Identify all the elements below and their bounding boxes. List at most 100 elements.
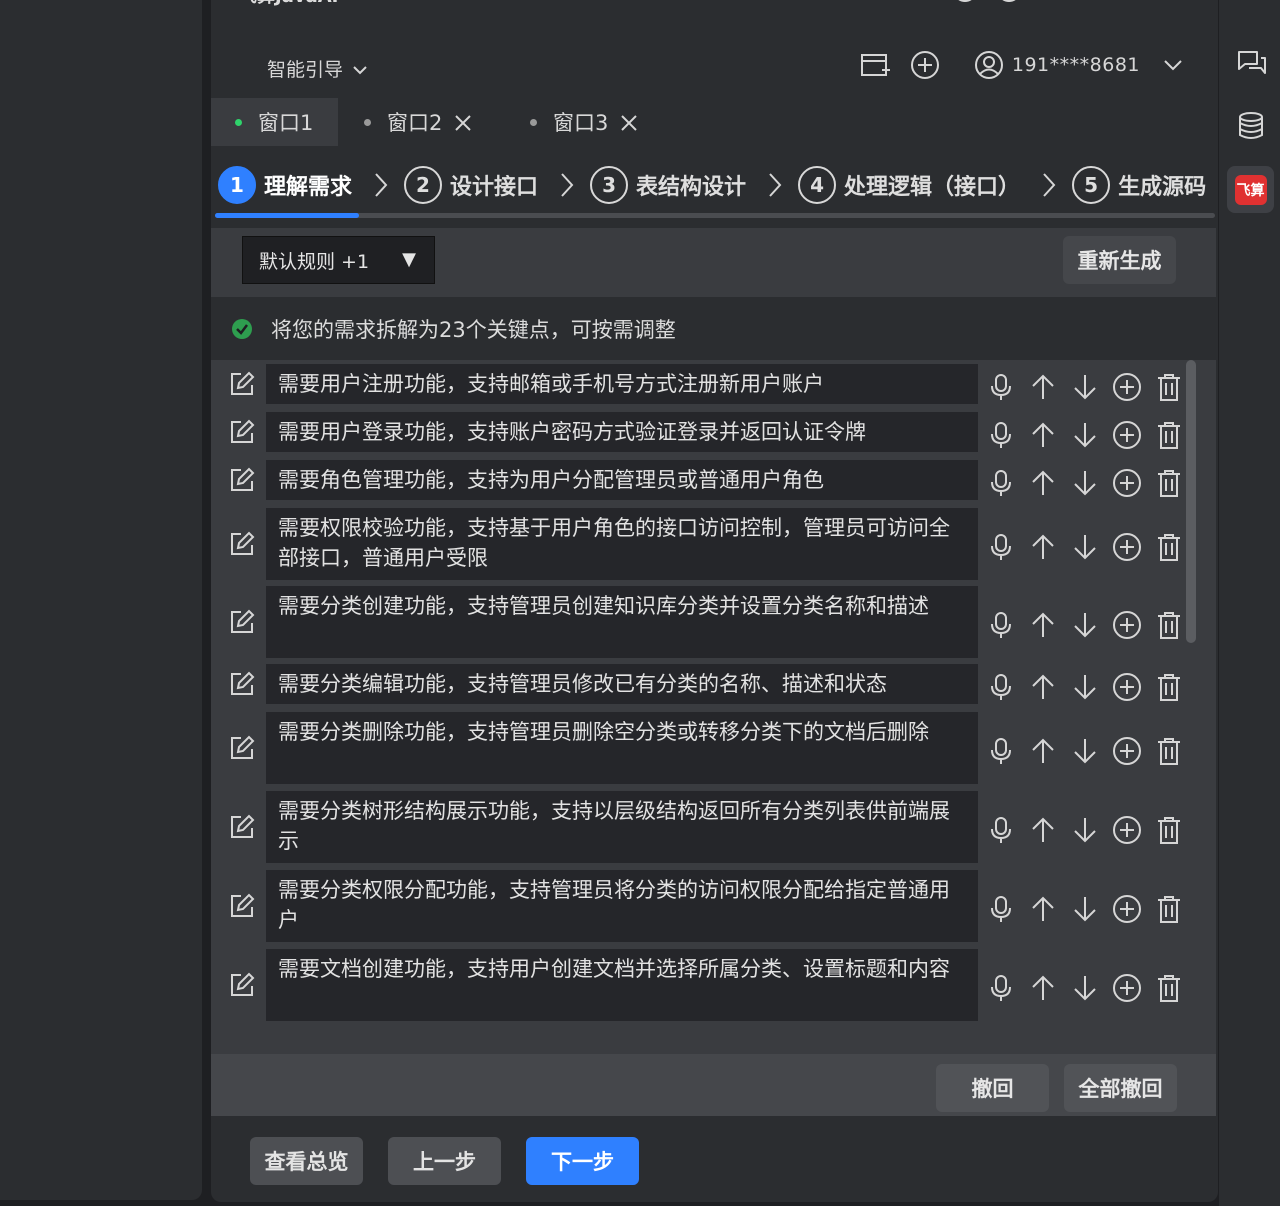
edit-icon[interactable]: [228, 530, 256, 558]
tab-window-2[interactable]: 窗口2: [338, 98, 498, 146]
arrow-up-icon[interactable]: [1028, 815, 1058, 845]
arrow-up-icon[interactable]: [1028, 372, 1058, 402]
tab-window-1[interactable]: 窗口1: [211, 98, 338, 146]
requirement-text[interactable]: 需要权限校验功能，支持基于用户角色的接口访问控制，管理员可访问全部接口，普通用户…: [266, 508, 978, 580]
arrow-up-icon[interactable]: [1028, 420, 1058, 450]
edit-icon[interactable]: [228, 670, 256, 698]
arrow-down-icon[interactable]: [1070, 468, 1100, 498]
requirement-text[interactable]: 需要分类创建功能，支持管理员创建知识库分类并设置分类名称和描述: [266, 586, 978, 658]
help-icon[interactable]: ?: [996, 0, 1022, 6]
arrow-up-icon[interactable]: [1028, 736, 1058, 766]
step-table-design[interactable]: 3 表结构设计: [590, 166, 746, 204]
add-circle-icon[interactable]: [1112, 372, 1142, 402]
trash-icon[interactable]: [1154, 372, 1184, 402]
trash-icon[interactable]: [1154, 815, 1184, 845]
edit-icon[interactable]: [228, 892, 256, 920]
edit-icon[interactable]: [228, 466, 256, 494]
edit-icon[interactable]: [228, 813, 256, 841]
step-understand-requirements[interactable]: 1 理解需求: [218, 166, 352, 204]
tab-window-3[interactable]: 窗口3: [498, 98, 658, 146]
edit-icon[interactable]: [228, 370, 256, 398]
mic-icon[interactable]: [986, 815, 1016, 845]
add-circle-icon[interactable]: [1112, 894, 1142, 924]
requirement-text[interactable]: 需要用户登录功能，支持账户密码方式验证登录并返回认证令牌: [266, 412, 978, 452]
more-icon[interactable]: [1128, 0, 1154, 6]
trash-icon[interactable]: [1154, 736, 1184, 766]
add-circle-icon[interactable]: [1112, 420, 1142, 450]
arrow-down-icon[interactable]: [1070, 372, 1100, 402]
trash-icon[interactable]: [1154, 894, 1184, 924]
new-window-icon[interactable]: [860, 50, 890, 80]
add-circle-icon[interactable]: [910, 50, 940, 80]
edit-icon[interactable]: [228, 418, 256, 446]
arrow-down-icon[interactable]: [1070, 672, 1100, 702]
chat-icon[interactable]: [1235, 46, 1267, 78]
requirement-text[interactable]: 需要文档创建功能，支持用户创建文档并选择所属分类、设置标题和内容: [266, 949, 978, 1021]
arrow-up-icon[interactable]: [1028, 468, 1058, 498]
add-circle-icon[interactable]: [1112, 610, 1142, 640]
edit-doc-icon[interactable]: [1040, 0, 1066, 6]
trash-icon[interactable]: [1154, 610, 1184, 640]
arrow-up-icon[interactable]: [1028, 532, 1058, 562]
add-circle-icon[interactable]: [1112, 468, 1142, 498]
add-circle-icon[interactable]: [1112, 672, 1142, 702]
requirement-text[interactable]: 需要分类树形结构展示功能，支持以层级结构返回所有分类列表供前端展示: [266, 791, 978, 863]
arrow-up-icon[interactable]: [1028, 973, 1058, 1003]
next-step-button[interactable]: 下一步: [526, 1137, 639, 1185]
requirement-text[interactable]: 需要用户注册功能，支持邮箱或手机号方式注册新用户账户: [266, 364, 978, 404]
arrow-up-icon[interactable]: [1028, 672, 1058, 702]
add-circle-icon[interactable]: [1112, 736, 1142, 766]
edit-icon[interactable]: [228, 971, 256, 999]
view-overview-button[interactable]: 查看总览: [250, 1137, 363, 1185]
mic-icon[interactable]: [986, 532, 1016, 562]
trash-icon[interactable]: [1154, 420, 1184, 450]
arrow-down-icon[interactable]: [1070, 532, 1100, 562]
add-circle-icon[interactable]: [1112, 532, 1142, 562]
close-icon[interactable]: [454, 113, 472, 131]
user-avatar-icon[interactable]: [974, 50, 1004, 80]
trash-icon[interactable]: [1154, 973, 1184, 1003]
arrow-down-icon[interactable]: [1070, 894, 1100, 924]
mic-icon[interactable]: [986, 894, 1016, 924]
revoke-all-button[interactable]: 全部撤回: [1064, 1064, 1177, 1112]
feisuan-brand-button[interactable]: 飞算: [1227, 166, 1274, 213]
mic-icon[interactable]: [986, 610, 1016, 640]
trash-icon[interactable]: [1154, 532, 1184, 562]
arrow-down-icon[interactable]: [1070, 610, 1100, 640]
mic-icon[interactable]: [986, 736, 1016, 766]
mic-icon[interactable]: [986, 672, 1016, 702]
mic-icon[interactable]: [986, 468, 1016, 498]
mic-icon[interactable]: [986, 420, 1016, 450]
requirement-text[interactable]: 需要角色管理功能，支持为用户分配管理员或普通用户角色: [266, 460, 978, 500]
previous-step-button[interactable]: 上一步: [388, 1137, 501, 1185]
settings-icon[interactable]: [1084, 0, 1110, 6]
history-icon[interactable]: [952, 0, 978, 6]
database-icon[interactable]: [1235, 110, 1267, 142]
requirement-text[interactable]: 需要分类删除功能，支持管理员删除空分类或转移分类下的文档后删除: [266, 712, 978, 784]
arrow-down-icon[interactable]: [1070, 420, 1100, 450]
edit-icon[interactable]: [228, 734, 256, 762]
bell-icon[interactable]: [1235, 0, 1267, 18]
step-logic[interactable]: 4 处理逻辑（接口）: [798, 166, 1020, 204]
arrow-down-icon[interactable]: [1070, 815, 1100, 845]
step-design-api[interactable]: 2 设计接口: [404, 166, 538, 204]
arrow-down-icon[interactable]: [1070, 973, 1100, 1003]
minimize-icon[interactable]: [1172, 0, 1198, 6]
smart-guide-dropdown[interactable]: 智能引导: [267, 55, 367, 82]
add-circle-icon[interactable]: [1112, 815, 1142, 845]
trash-icon[interactable]: [1154, 468, 1184, 498]
close-icon[interactable]: [620, 113, 638, 131]
arrow-down-icon[interactable]: [1070, 736, 1100, 766]
requirement-text[interactable]: 需要分类权限分配功能，支持管理员将分类的访问权限分配给指定普通用户: [266, 870, 978, 942]
regenerate-button[interactable]: 重新生成: [1063, 236, 1176, 284]
mic-icon[interactable]: [986, 973, 1016, 1003]
revoke-button[interactable]: 撤回: [936, 1064, 1049, 1112]
trash-icon[interactable]: [1154, 672, 1184, 702]
user-phone[interactable]: 191****8681: [1012, 54, 1140, 76]
chevron-down-icon[interactable]: [1158, 50, 1188, 80]
arrow-up-icon[interactable]: [1028, 610, 1058, 640]
requirement-text[interactable]: 需要分类编辑功能，支持管理员修改已有分类的名称、描述和状态: [266, 664, 978, 704]
mic-icon[interactable]: [986, 372, 1016, 402]
step-generate-source[interactable]: 5 生成源码: [1072, 166, 1206, 204]
arrow-up-icon[interactable]: [1028, 894, 1058, 924]
